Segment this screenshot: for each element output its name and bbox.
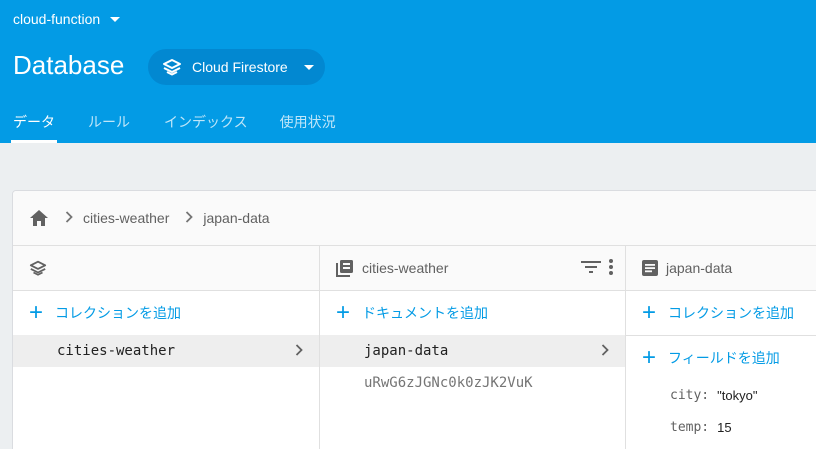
tab-usage[interactable]: 使用状況	[280, 100, 336, 143]
add-document-button[interactable]: + ドキュメントを追加	[320, 291, 625, 335]
field-row[interactable]: temp: 15	[626, 411, 816, 443]
document-column-header: japan-data	[626, 246, 816, 291]
chevron-right-icon	[601, 344, 609, 356]
home-icon[interactable]	[29, 209, 49, 227]
field-value: 15	[717, 419, 732, 435]
add-field-label: フィールドを追加	[668, 349, 780, 366]
project-name: cloud-function	[13, 11, 101, 27]
plus-icon: +	[29, 299, 44, 326]
database-selector-label: Cloud Firestore	[192, 59, 288, 75]
add-subcollection-button[interactable]: + コレクションを追加	[626, 291, 816, 335]
more-vert-icon[interactable]	[609, 259, 613, 275]
field-key: city:	[670, 387, 710, 403]
add-document-label: ドキュメントを追加	[362, 305, 489, 321]
firestore-icon	[29, 260, 47, 276]
breadcrumb: cities-weather japan-data	[13, 191, 816, 246]
firestore-icon	[163, 59, 181, 76]
plus-icon: +	[336, 299, 351, 326]
document-item-label: uRwG6zJGNc0k0zJK2VuK	[364, 375, 533, 391]
field-key: temp:	[670, 419, 710, 435]
page-title: Database	[13, 50, 125, 80]
field-row[interactable]: city: "tokyo"	[626, 379, 816, 411]
plus-icon: +	[642, 343, 657, 371]
collection-item[interactable]: cities-weather	[13, 335, 319, 367]
tab-bar: データ ルール インデックス 使用状況	[0, 100, 336, 143]
field-value: "tokyo"	[717, 387, 758, 403]
breadcrumb-item-document[interactable]: japan-data	[203, 210, 269, 226]
add-collection-button[interactable]: + コレクションを追加	[13, 291, 319, 335]
data-viewer-panel: cities-weather japan-data + コレクションを追加 ci…	[12, 190, 816, 449]
database-selector[interactable]: Cloud Firestore	[148, 49, 325, 85]
chevron-down-icon	[110, 16, 121, 22]
root-column-header	[13, 246, 319, 291]
tab-data[interactable]: データ	[11, 100, 57, 143]
collection-column: cities-weather + ドキュメントを追加 japan-data uR…	[320, 246, 626, 449]
collection-column-title: cities-weather	[362, 260, 449, 276]
add-field-button[interactable]: + フィールドを追加	[626, 335, 816, 379]
tab-rules[interactable]: ルール	[88, 100, 130, 143]
document-item[interactable]: uRwG6zJGNc0k0zJK2VuK	[320, 367, 625, 399]
breadcrumb-item-collection[interactable]: cities-weather	[83, 210, 169, 226]
app-header: cloud-function Database Cloud Firestore …	[0, 0, 816, 143]
document-item[interactable]: japan-data	[320, 335, 625, 367]
chevron-right-icon	[65, 210, 73, 226]
chevron-right-icon	[295, 344, 303, 356]
add-collection-label: コレクションを追加	[55, 305, 182, 321]
collection-item-label: cities-weather	[57, 343, 176, 359]
document-column: japan-data + コレクションを追加 + フィールドを追加 city: …	[626, 246, 816, 449]
tab-indexes[interactable]: インデックス	[164, 100, 248, 143]
document-icon	[642, 260, 658, 276]
plus-icon: +	[642, 299, 657, 326]
root-column: + コレクションを追加 cities-weather	[13, 246, 320, 449]
chevron-down-icon	[303, 64, 314, 70]
collection-column-header: cities-weather	[320, 246, 625, 291]
chevron-right-icon	[185, 210, 194, 226]
document-column-title: japan-data	[666, 260, 733, 276]
collection-icon	[336, 260, 353, 277]
project-selector[interactable]: cloud-function	[13, 11, 121, 27]
document-item-label: japan-data	[364, 343, 449, 359]
add-subcollection-label: コレクションを追加	[668, 305, 795, 321]
filter-icon[interactable]	[581, 260, 601, 274]
